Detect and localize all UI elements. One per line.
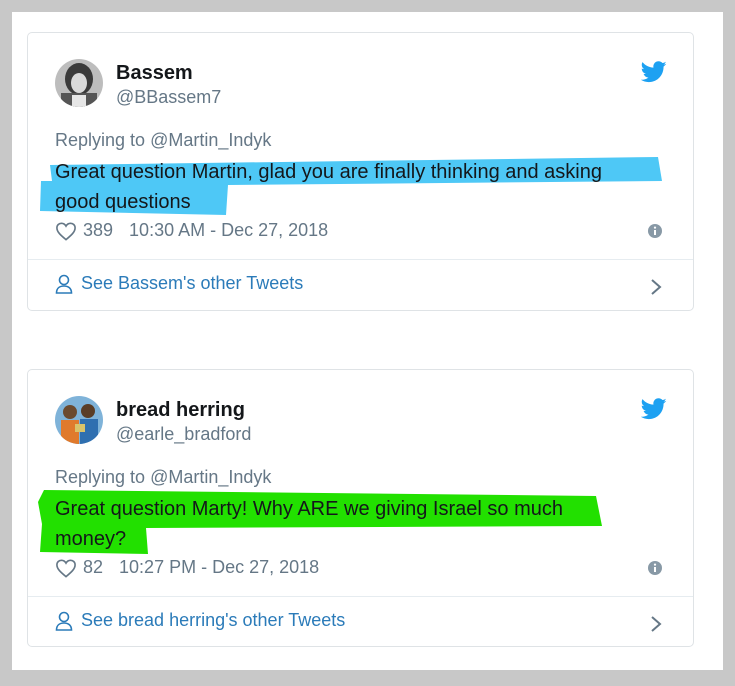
tweet-meta: 389 10:30 AM - Dec 27, 2018 — [55, 220, 328, 241]
person-icon — [55, 274, 73, 294]
heart-icon[interactable] — [55, 221, 77, 241]
tweet-card-bread-herring[interactable]: bread herring @earle_bradford Replying t… — [27, 369, 694, 647]
info-icon[interactable] — [647, 223, 663, 239]
info-icon[interactable] — [647, 560, 663, 576]
divider — [28, 259, 693, 260]
tweet-text-line1: Great question Martin, glad you are fina… — [55, 161, 602, 183]
see-other-tweets-link[interactable]: See Bassem's other Tweets — [55, 273, 303, 294]
replying-to: Replying to @Martin_Indyk — [55, 130, 271, 151]
page-canvas: Bassem @BBassem7 Replying to @Martin_Ind… — [12, 12, 723, 670]
avatar[interactable] — [55, 396, 103, 444]
tweet-text: Great question Marty! Why ARE we giving … — [55, 494, 655, 554]
user-handle[interactable]: @BBassem7 — [116, 87, 221, 108]
twitter-bird-icon[interactable] — [641, 61, 667, 83]
timestamp[interactable]: 10:27 PM - Dec 27, 2018 — [119, 557, 319, 578]
avatar[interactable] — [55, 59, 103, 107]
replying-prefix: Replying to — [55, 130, 146, 150]
chevron-right-icon[interactable] — [649, 614, 663, 634]
tweet-card-bassem[interactable]: Bassem @BBassem7 Replying to @Martin_Ind… — [27, 32, 694, 311]
chevron-right-icon[interactable] — [649, 277, 663, 297]
tweet-meta: 82 10:27 PM - Dec 27, 2018 — [55, 557, 319, 578]
mention-link[interactable]: @Martin_Indyk — [150, 130, 271, 150]
display-name[interactable]: Bassem — [116, 62, 193, 85]
display-name[interactable]: bread herring — [116, 399, 245, 422]
tweet-text-line1: Great question Marty! Why ARE we giving … — [55, 498, 563, 520]
tweet-text-line2: money? — [55, 528, 127, 550]
person-icon — [55, 611, 73, 631]
divider — [28, 596, 693, 597]
timestamp[interactable]: 10:30 AM - Dec 27, 2018 — [129, 220, 328, 241]
tweet-text: Great question Martin, glad you are fina… — [55, 157, 655, 217]
see-other-tweets-label[interactable]: See bread herring's other Tweets — [81, 610, 345, 631]
user-handle[interactable]: @earle_bradford — [116, 424, 251, 445]
heart-icon[interactable] — [55, 558, 77, 578]
twitter-bird-icon[interactable] — [641, 398, 667, 420]
see-other-tweets-link[interactable]: See bread herring's other Tweets — [55, 610, 345, 631]
see-other-tweets-label[interactable]: See Bassem's other Tweets — [81, 273, 303, 294]
like-count: 389 — [83, 220, 114, 240]
like-count: 82 — [83, 557, 104, 577]
tweet-text-line2: good questions — [55, 191, 191, 213]
